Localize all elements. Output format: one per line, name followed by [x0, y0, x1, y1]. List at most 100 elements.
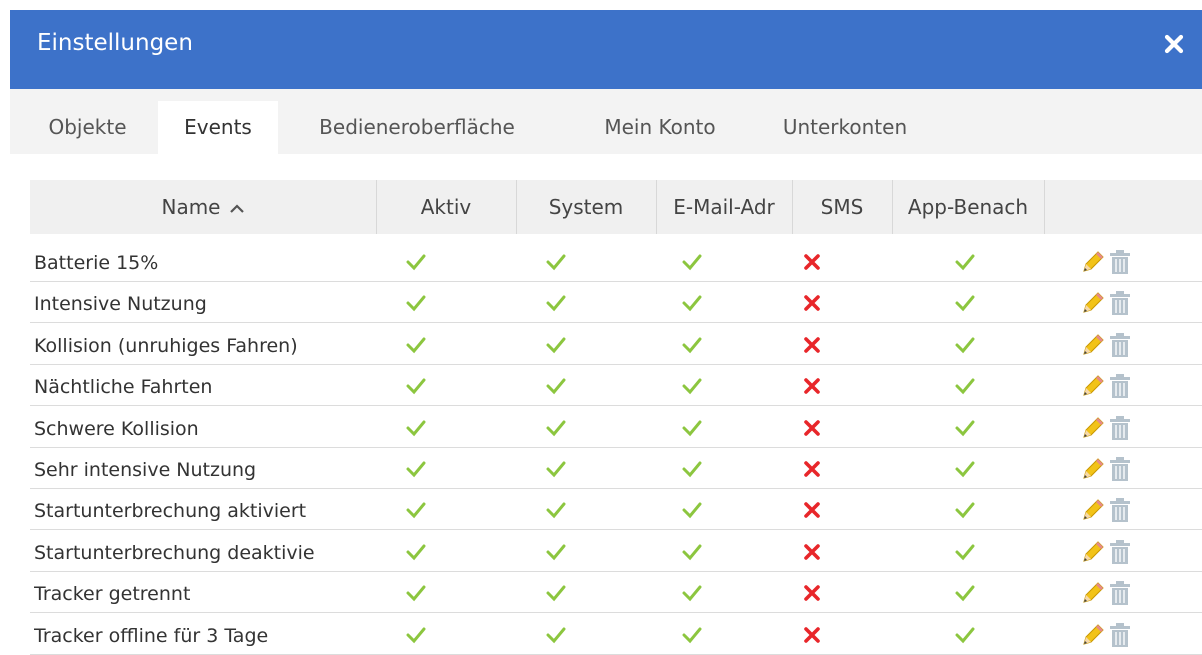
- check-icon: [955, 585, 975, 602]
- event-name: Sehr intensive Nutzung: [34, 459, 257, 481]
- edit-pencil-icon[interactable]: [1080, 332, 1106, 358]
- event-name: Intensive Nutzung: [34, 293, 207, 316]
- table-row[interactable]: Schwere Kollision: [30, 407, 1202, 448]
- check-icon: [546, 585, 566, 602]
- column-label: E-Mail-Adr: [673, 195, 775, 219]
- check-icon: [955, 337, 975, 354]
- tab-unterkonten[interactable]: Unterkonten: [755, 101, 935, 154]
- edit-pencil-icon[interactable]: [1080, 456, 1106, 482]
- column-header-aktiv[interactable]: Aktiv: [376, 180, 517, 234]
- cross-icon: [804, 626, 820, 643]
- check-icon: [406, 420, 426, 436]
- check-icon: [682, 378, 702, 395]
- dialog-header: Einstellungen: [10, 10, 1202, 89]
- tab-label: Unterkonten: [782, 115, 908, 139]
- delete-trash-icon[interactable]: [1108, 580, 1132, 606]
- check-icon: [546, 378, 566, 395]
- column-header-system[interactable]: System: [516, 180, 657, 234]
- delete-trash-icon[interactable]: [1108, 539, 1132, 565]
- chevron-up-icon: [229, 180, 245, 234]
- edit-pencil-icon[interactable]: [1080, 249, 1106, 275]
- check-icon: [406, 502, 426, 519]
- check-icon: [682, 254, 702, 271]
- table-row[interactable]: Sehr intensive Nutzung: [30, 448, 1202, 489]
- table-row[interactable]: Tracker getrennt: [30, 572, 1202, 614]
- cross-icon: [804, 502, 820, 519]
- column-label: Name: [161, 195, 221, 219]
- column-header-name[interactable]: Name: [30, 180, 377, 234]
- cross-icon: [804, 543, 820, 560]
- edit-pencil-icon[interactable]: [1080, 622, 1106, 648]
- cross-icon: [804, 254, 820, 270]
- check-icon: [546, 420, 566, 436]
- dialog-title: Einstellungen: [37, 30, 193, 56]
- check-icon: [406, 378, 426, 395]
- check-icon: [682, 502, 702, 519]
- check-icon: [682, 544, 702, 561]
- tab-label: Bedieneroberfläche: [319, 115, 515, 139]
- event-name: Startunterbrechung aktiviert: [34, 500, 307, 523]
- event-name: Nächtliche Fahrten: [34, 376, 213, 399]
- delete-trash-icon[interactable]: [1108, 456, 1132, 482]
- tab-mein-konto[interactable]: Mein Konto: [570, 101, 750, 154]
- edit-pencil-icon[interactable]: [1080, 415, 1106, 441]
- settings-tabs: Objekte Events Bedieneroberfläche Mein K…: [10, 89, 1202, 154]
- column-header-email[interactable]: E-Mail-Adr: [656, 180, 793, 234]
- check-icon: [406, 295, 426, 312]
- check-icon: [955, 420, 975, 436]
- cross-icon: [804, 419, 820, 436]
- table-row[interactable]: Intensive Nutzung: [30, 282, 1202, 324]
- delete-trash-icon[interactable]: [1108, 332, 1132, 358]
- cross-icon: [804, 295, 820, 312]
- delete-trash-icon[interactable]: [1108, 249, 1132, 275]
- check-icon: [955, 627, 975, 643]
- table-row[interactable]: Startunterbrechung aktiviert: [30, 489, 1202, 531]
- table-row[interactable]: Nächtliche Fahrten: [30, 365, 1202, 407]
- check-icon: [406, 254, 426, 271]
- check-icon: [955, 461, 975, 478]
- column-label: SMS: [820, 195, 864, 219]
- tab-label: Mein Konto: [604, 115, 716, 139]
- edit-pencil-icon[interactable]: [1080, 539, 1106, 565]
- check-icon: [682, 461, 702, 478]
- event-name: Schwere Kollision: [34, 417, 199, 440]
- tab-bedieneroberflaeche[interactable]: Bedieneroberfläche: [282, 101, 552, 154]
- check-icon: [406, 461, 426, 478]
- event-name: Tracker getrennt: [34, 583, 191, 606]
- check-icon: [546, 295, 566, 312]
- table-row[interactable]: Startunterbrechung deaktivie: [30, 531, 1202, 572]
- check-icon: [406, 585, 426, 602]
- column-header-app[interactable]: App-Benach: [892, 180, 1045, 234]
- edit-pencil-icon[interactable]: [1080, 290, 1106, 316]
- check-icon: [546, 461, 566, 478]
- tab-objekte[interactable]: Objekte: [20, 101, 155, 154]
- delete-trash-icon[interactable]: [1108, 290, 1132, 316]
- check-icon: [955, 378, 975, 395]
- column-label: System: [548, 195, 624, 219]
- edit-pencil-icon[interactable]: [1080, 497, 1106, 523]
- edit-pencil-icon[interactable]: [1080, 580, 1106, 606]
- delete-trash-icon[interactable]: [1108, 497, 1132, 523]
- check-icon: [546, 627, 566, 643]
- table-header: Name Aktiv System E-Mail-Adr SMS App-Ben…: [30, 180, 1202, 234]
- delete-trash-icon[interactable]: [1108, 415, 1132, 441]
- edit-pencil-icon[interactable]: [1080, 373, 1106, 399]
- column-header-actions: [1044, 180, 1202, 234]
- column-label: App-Benach: [907, 195, 1029, 219]
- table-row[interactable]: Tracker offline für 3 Tage: [30, 614, 1202, 655]
- check-icon: [682, 627, 702, 643]
- cross-icon: [804, 461, 820, 477]
- delete-trash-icon[interactable]: [1108, 373, 1132, 399]
- close-icon[interactable]: [1160, 30, 1188, 58]
- delete-trash-icon[interactable]: [1108, 622, 1132, 648]
- check-icon: [546, 337, 566, 354]
- column-header-sms[interactable]: SMS: [792, 180, 893, 234]
- check-icon: [406, 337, 426, 354]
- table-row[interactable]: Batterie 15%: [30, 241, 1202, 282]
- check-icon: [955, 502, 975, 519]
- table-row[interactable]: Kollision (unruhiges Fahren): [30, 324, 1202, 365]
- check-icon: [406, 544, 426, 561]
- cross-icon: [804, 336, 820, 353]
- event-name: Kollision (unruhiges Fahren): [34, 334, 298, 357]
- tab-events[interactable]: Events: [158, 101, 278, 154]
